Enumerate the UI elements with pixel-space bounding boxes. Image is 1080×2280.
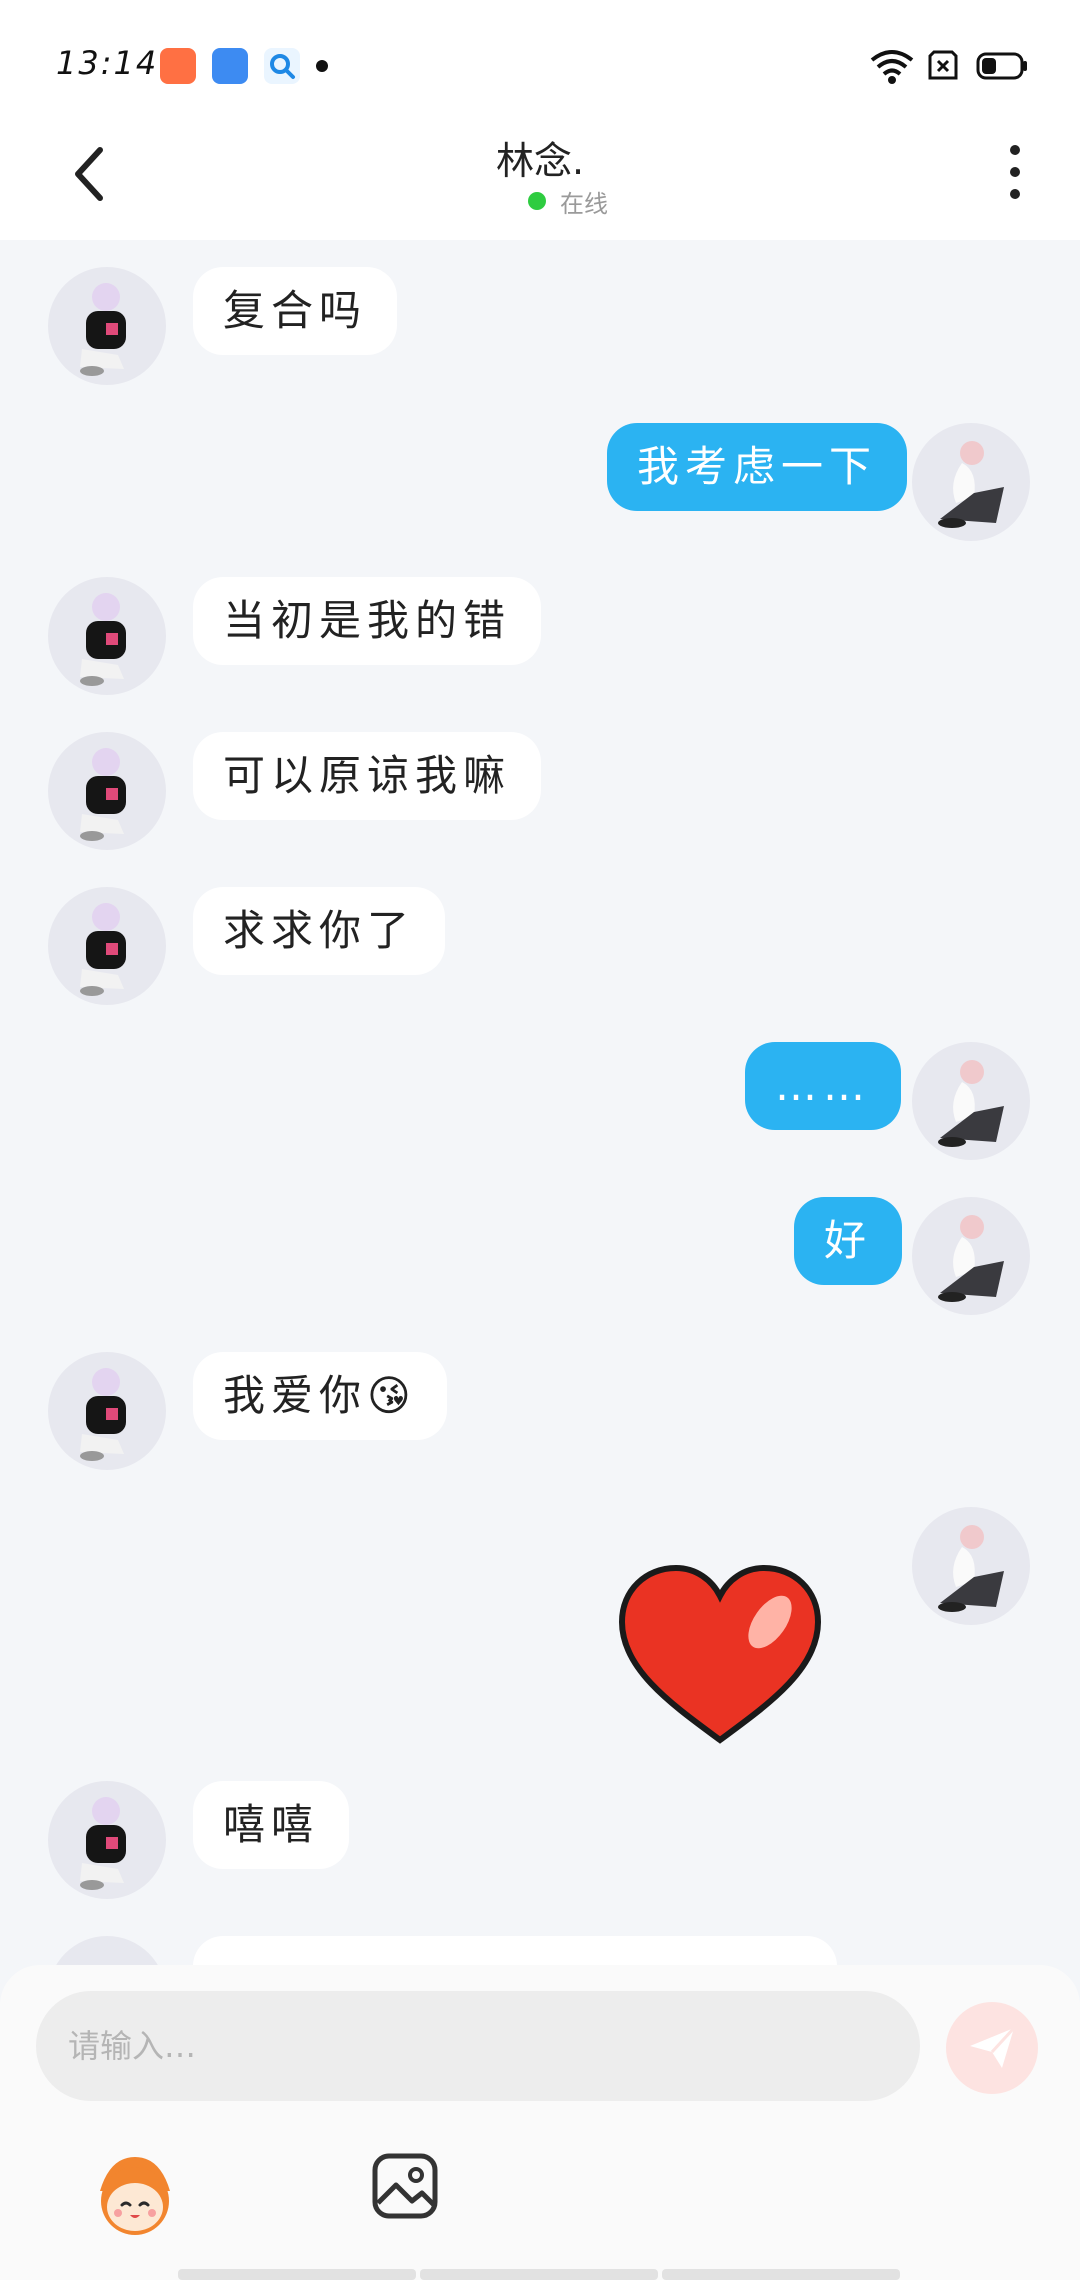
my-avatar[interactable] <box>912 423 1030 541</box>
sim-icon <box>928 50 958 80</box>
message-input-box[interactable] <box>36 1991 920 2101</box>
contact-avatar[interactable] <box>48 732 166 850</box>
message-bubble[interactable]: 当初是我的错 <box>193 577 542 665</box>
browser-app-icon <box>212 48 248 84</box>
search-app-icon <box>264 48 300 84</box>
battery-icon <box>976 52 1027 80</box>
message-bubble[interactable]: 可以原谅我嘛 <box>193 732 542 820</box>
message-bubble[interactable]: 嘻嘻 <box>193 1781 350 1869</box>
message-bubble[interactable]: …… <box>745 1042 901 1130</box>
online-status-label: 在线 <box>560 189 608 218</box>
gallery-app-icon <box>160 48 196 84</box>
message-list[interactable]: 复合吗 我考虑一下 当初是我的错 可以原谅我嘛 求求你了 …… 好 我爱你😘 嘻… <box>0 240 1080 1965</box>
contact-avatar[interactable] <box>48 1781 166 1899</box>
message-bubble[interactable]: 复合吗 <box>193 267 398 355</box>
input-panel <box>0 1965 1080 2280</box>
contact-avatar[interactable] <box>48 1936 166 1965</box>
my-avatar[interactable] <box>912 1507 1030 1625</box>
message-bubble[interactable]: 求求你了 <box>193 887 446 975</box>
message-bubble-partial[interactable] <box>193 1936 837 1965</box>
send-button[interactable] <box>946 2002 1038 2094</box>
heart-sticker[interactable] <box>614 1560 826 1750</box>
status-time: 13:14 <box>56 44 159 82</box>
contact-avatar[interactable] <box>48 267 166 385</box>
message-bubble[interactable]: 我爱你😘 <box>193 1352 447 1440</box>
more-options-icon[interactable] <box>1000 142 1030 202</box>
online-dot-icon <box>528 192 546 210</box>
send-icon <box>970 2026 1016 2068</box>
contact-avatar[interactable] <box>48 1352 166 1470</box>
gesture-bar <box>178 2269 900 2280</box>
my-avatar[interactable] <box>912 1197 1030 1315</box>
image-gallery-icon[interactable] <box>370 2151 440 2221</box>
online-status: 在线 <box>528 186 608 218</box>
message-input[interactable] <box>36 1991 920 2101</box>
contact-avatar[interactable] <box>48 577 166 695</box>
wifi-icon <box>870 50 914 84</box>
message-bubble[interactable]: 好 <box>794 1197 903 1285</box>
notification-dot-icon <box>316 60 328 72</box>
message-bubble[interactable]: 我考虑一下 <box>607 423 908 511</box>
contact-avatar[interactable] <box>48 887 166 1005</box>
chat-header: 林念. 在线 <box>0 120 1080 240</box>
status-bar: 13:14 <box>0 0 1080 120</box>
contact-name: 林念. <box>495 139 585 183</box>
emoji-sticker-icon[interactable] <box>90 2151 180 2241</box>
my-avatar[interactable] <box>912 1042 1030 1160</box>
